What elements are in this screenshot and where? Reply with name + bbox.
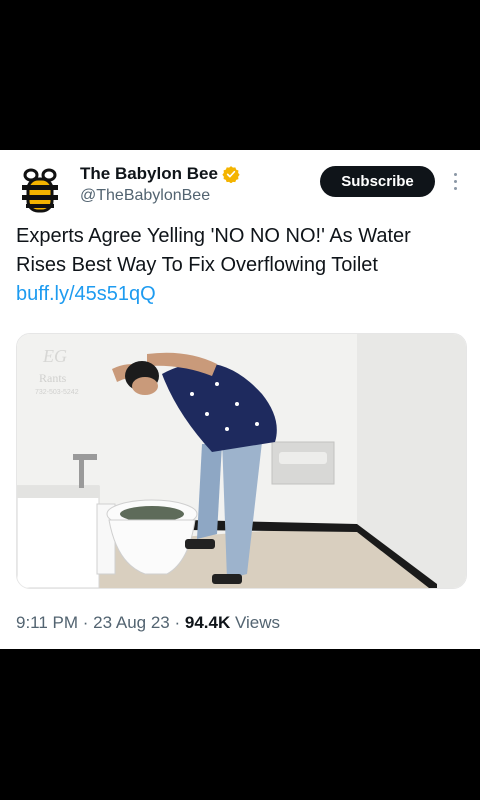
author-handle[interactable]: @TheBabylonBee <box>80 187 210 205</box>
bathroom-photo: EG Rants 732-503-5242 <box>17 334 466 588</box>
meta-separator: · <box>78 613 94 632</box>
tweet-date[interactable]: 23 Aug 23 <box>93 613 170 632</box>
author-name-row: The Babylon Bee <box>80 164 240 184</box>
tweet-time[interactable]: 9:11 PM <box>16 613 78 632</box>
watermark-phone: 732-503-5242 <box>35 389 79 396</box>
tweet-meta: 9:11 PM · 23 Aug 23 · 94.4K Views <box>16 613 280 633</box>
author-name[interactable]: The Babylon Bee <box>80 164 218 184</box>
tweet-card: The Babylon Bee @TheBabylonBee Subscribe… <box>0 150 480 649</box>
tweet-link[interactable]: buff.ly/45s51qQ <box>16 283 156 306</box>
bee-logo-icon[interactable] <box>16 166 64 214</box>
more-vertical-icon[interactable] <box>447 168 463 194</box>
tweet-text: Experts Agree Yelling 'NO NO NO!' As Wat… <box>16 225 411 276</box>
subscribe-button[interactable]: Subscribe <box>320 166 435 197</box>
watermark-logo: EG <box>42 346 67 366</box>
meta-separator: · <box>169 613 185 632</box>
watermark-text: Rants <box>39 371 67 385</box>
views-count[interactable]: 94.4K <box>185 613 230 632</box>
verified-badge-icon <box>222 166 240 183</box>
tweet-media-image[interactable]: EG Rants 732-503-5242 <box>16 333 467 589</box>
views-label: Views <box>230 613 280 632</box>
